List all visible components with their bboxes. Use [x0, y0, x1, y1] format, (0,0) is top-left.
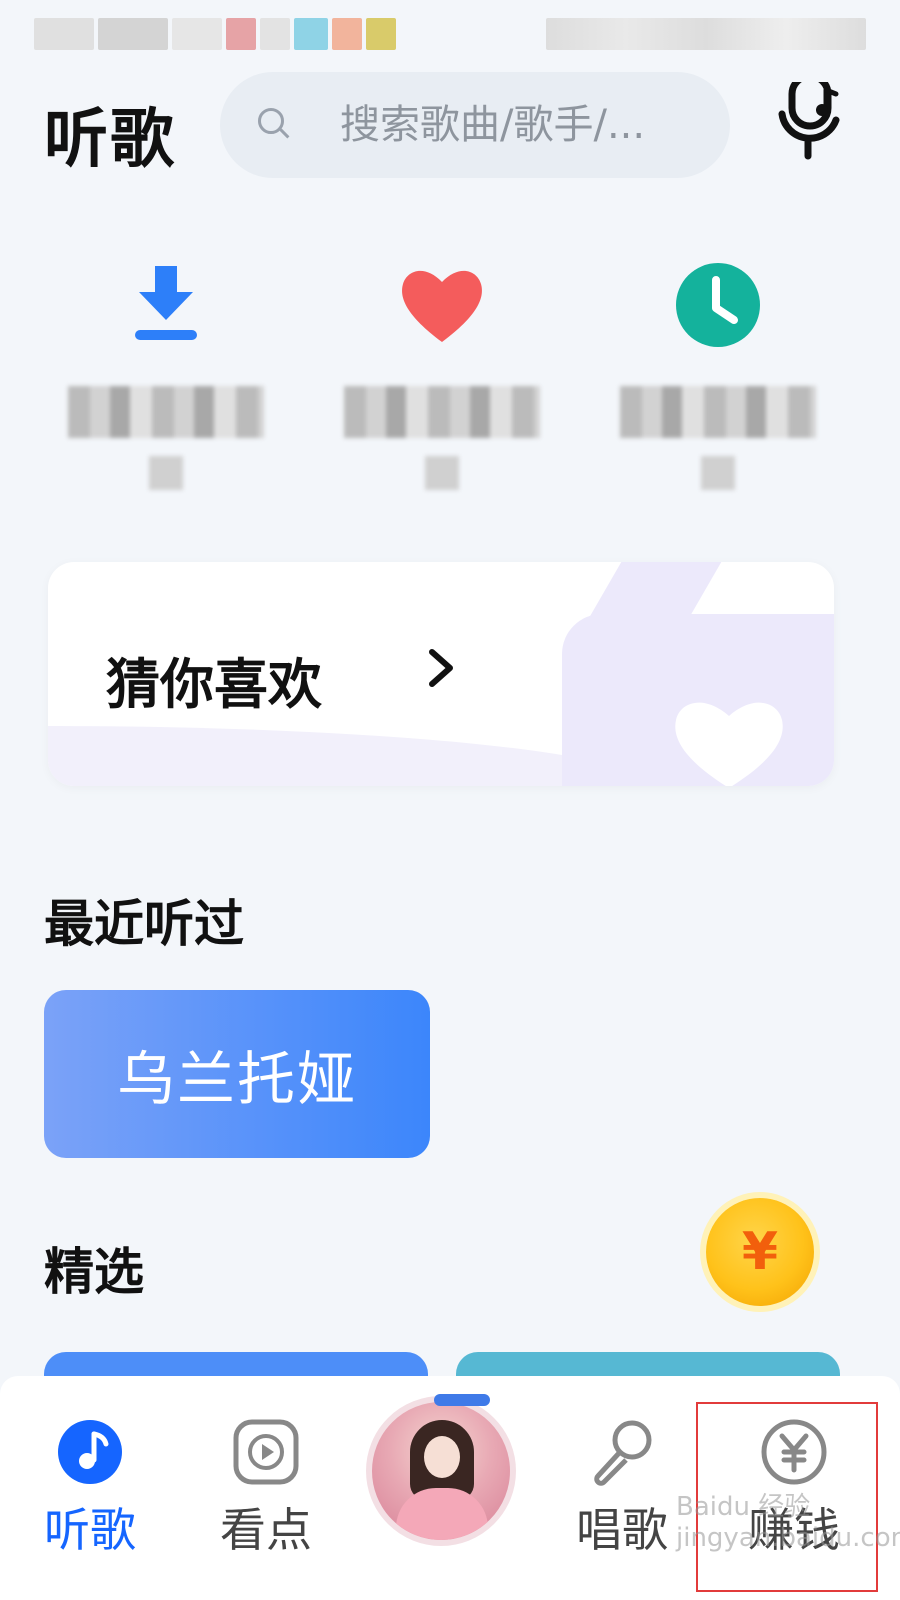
shortcut-recent[interactable] [598, 260, 838, 490]
search-icon [258, 108, 284, 134]
recent-section-title: 最近听过 [44, 895, 244, 953]
tab-watch[interactable]: 看点 [176, 1376, 356, 1600]
shortcut-count-blurred [701, 456, 735, 490]
shortcut-count-blurred [149, 456, 183, 490]
download-icon [121, 260, 211, 350]
music-note-icon [56, 1418, 124, 1486]
tab-label: 听歌 [44, 1503, 136, 1557]
featured-section-title: 精选 [44, 1243, 144, 1301]
search-input[interactable] [338, 94, 712, 156]
play-icon [232, 1418, 300, 1486]
guess-card-label: 猜你喜欢 [106, 653, 322, 716]
coin-reward-button[interactable]: ¥ [706, 1198, 814, 1306]
clock-icon [673, 260, 763, 350]
card-decoration-top [586, 562, 722, 622]
decorative-heart-icon [664, 688, 794, 786]
shortcut-label-blurred [620, 386, 816, 438]
shortcut-download[interactable] [46, 260, 286, 490]
shortcut-label-blurred [68, 386, 264, 438]
now-playing-avatar[interactable] [366, 1396, 516, 1546]
card-wave-decoration [48, 726, 648, 786]
recent-item[interactable]: 乌兰托娅 [44, 990, 430, 1158]
tab-listen[interactable]: 听歌 [0, 1376, 180, 1600]
guess-you-like-card[interactable]: 猜你喜欢 [48, 562, 834, 786]
yuan-coin-icon: ¥ [741, 1222, 779, 1282]
chevron-right-icon [422, 648, 462, 688]
avatar-body [396, 1488, 488, 1540]
search-bar[interactable] [220, 72, 730, 178]
tab-label: 看点 [220, 1503, 312, 1557]
singing-mic-icon[interactable] [768, 72, 848, 162]
avatar-face [424, 1436, 460, 1478]
playback-progress-indicator [434, 1394, 490, 1406]
status-bar-left [34, 18, 434, 50]
shortcut-label-blurred [344, 386, 540, 438]
heart-icon [397, 260, 487, 350]
status-bar-right [546, 18, 866, 50]
shortcut-count-blurred [425, 456, 459, 490]
shortcut-favorites[interactable] [322, 260, 562, 490]
page-title: 听歌 [44, 103, 176, 177]
watermark: Baidu 经验 jingyan.baidu.com [676, 1492, 900, 1553]
microphone-icon [588, 1418, 656, 1486]
